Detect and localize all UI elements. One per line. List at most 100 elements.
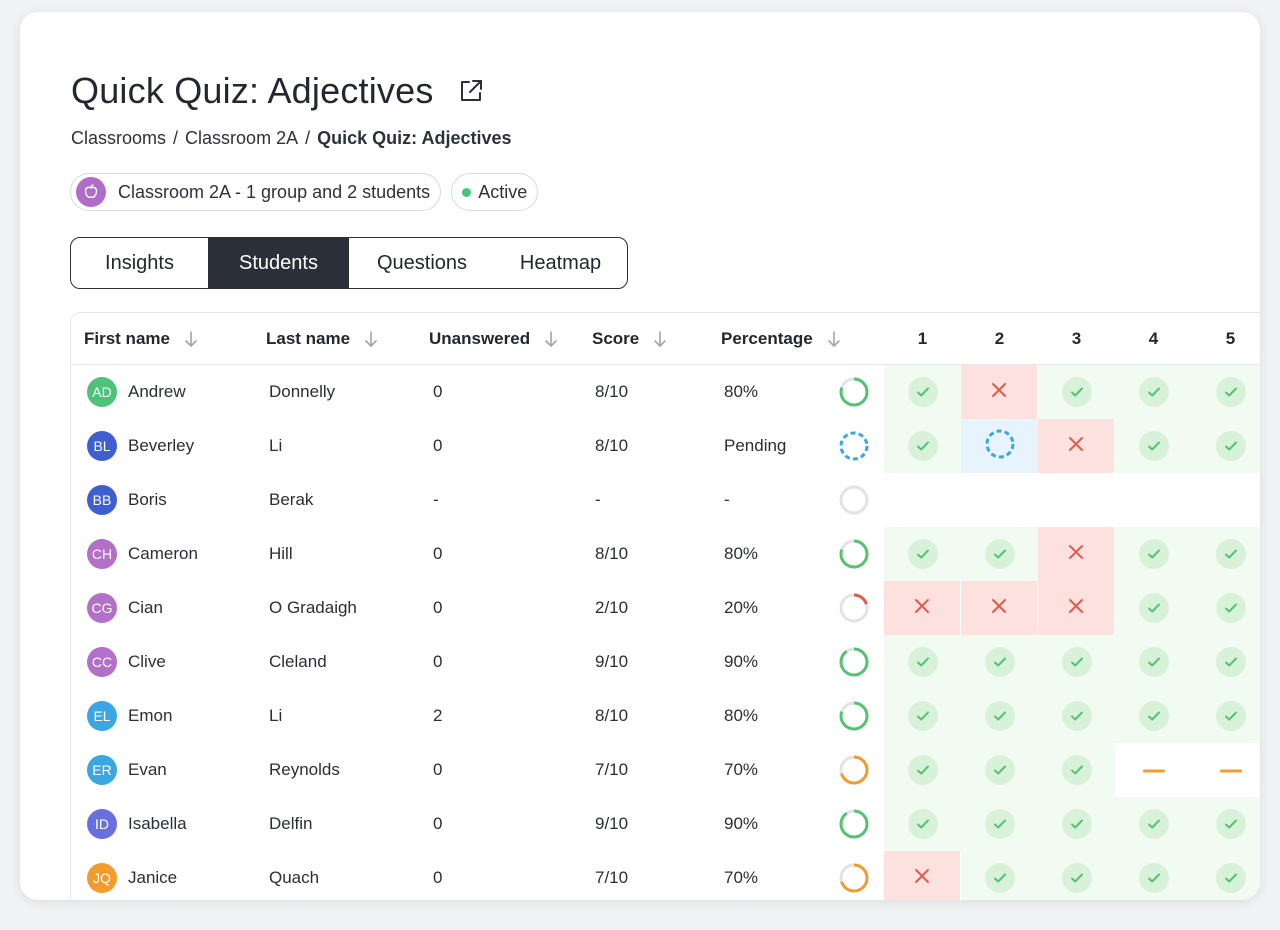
answer-cell-q3[interactable] xyxy=(1038,581,1115,635)
answer-cell-q3[interactable] xyxy=(1038,743,1115,797)
answer-cell-q5[interactable] xyxy=(1192,419,1260,473)
answer-cell-q1[interactable] xyxy=(884,797,961,851)
table-row[interactable]: ID Isabella Delfin 0 9/10 90% xyxy=(71,797,1260,851)
column-question-2[interactable]: 2 xyxy=(961,313,1038,364)
answer-cell-q4[interactable] xyxy=(1115,365,1192,419)
external-link-icon[interactable] xyxy=(456,76,486,106)
table-row[interactable]: CG Cian O Gradaigh 0 2/10 20% xyxy=(71,581,1260,635)
check-icon xyxy=(907,431,938,461)
unanswered-count: 0 xyxy=(433,868,443,887)
sort-arrow-icon[interactable] xyxy=(827,330,841,348)
score: 2/10 xyxy=(595,598,629,617)
answer-cell-q4[interactable] xyxy=(1115,743,1192,797)
answer-cell-q5[interactable] xyxy=(1192,365,1260,419)
answer-cell-q2[interactable] xyxy=(961,581,1038,635)
table-row[interactable]: JQ Janice Quach 0 7/10 70% xyxy=(71,851,1260,900)
breadcrumb-classroom-2a[interactable]: Classroom 2A xyxy=(185,128,298,149)
unanswered-count: 0 xyxy=(433,760,443,779)
answer-cell-q1[interactable] xyxy=(884,581,961,635)
sort-arrow-icon[interactable] xyxy=(544,330,558,348)
breadcrumb-classrooms[interactable]: Classrooms xyxy=(71,128,166,149)
answer-cell-q4[interactable] xyxy=(1115,527,1192,581)
tab-questions[interactable]: Questions xyxy=(349,238,495,288)
table-row[interactable]: BL Beverley Li 0 8/10 Pending xyxy=(71,419,1260,473)
sort-arrow-icon[interactable] xyxy=(653,330,667,348)
answer-cell-q5[interactable] xyxy=(1192,689,1260,743)
answer-cell-q5[interactable] xyxy=(1192,527,1260,581)
check-icon xyxy=(984,701,1015,731)
table-row[interactable]: BB Boris Berak - - - xyxy=(71,473,1260,527)
column-score[interactable]: Score xyxy=(592,313,667,364)
answer-cell-q1[interactable] xyxy=(884,365,961,419)
answer-cell-q5[interactable] xyxy=(1192,581,1260,635)
score: 8/10 xyxy=(595,706,629,725)
answer-cell-q1[interactable] xyxy=(884,527,961,581)
last-name: Delfin xyxy=(269,814,313,833)
cross-icon xyxy=(913,867,931,890)
column-question-5[interactable]: 5 xyxy=(1192,313,1260,364)
check-icon xyxy=(1138,809,1169,839)
table-row[interactable]: CC Clive Cleland 0 9/10 90% xyxy=(71,635,1260,689)
column-question-3[interactable]: 3 xyxy=(1038,313,1115,364)
answer-cell-q2[interactable] xyxy=(961,419,1038,473)
tab-insights[interactable]: Insights xyxy=(71,238,208,288)
answer-cell-q4[interactable] xyxy=(1115,581,1192,635)
check-icon xyxy=(1061,377,1092,407)
answer-cell-q3[interactable] xyxy=(1038,851,1115,900)
answer-cell-q1[interactable] xyxy=(884,743,961,797)
check-icon xyxy=(907,809,938,839)
answer-cell-q5[interactable] xyxy=(1192,635,1260,689)
column-question-4[interactable]: 4 xyxy=(1115,313,1192,364)
table-row[interactable]: EL Emon Li 2 8/10 80% xyxy=(71,689,1260,743)
table-row[interactable]: AD Andrew Donnelly 0 8/10 80% xyxy=(71,365,1260,419)
answer-cell-q4[interactable] xyxy=(1115,419,1192,473)
column-last-name[interactable]: Last name xyxy=(266,313,378,364)
unanswered-count: 0 xyxy=(433,598,443,617)
answer-cell-q3[interactable] xyxy=(1038,689,1115,743)
answer-cell-q2[interactable] xyxy=(961,527,1038,581)
column-percentage[interactable]: Percentage xyxy=(721,313,841,364)
first-name: Janice xyxy=(128,868,178,887)
answer-cell-q3[interactable] xyxy=(1038,527,1115,581)
answer-cell-q2[interactable] xyxy=(961,743,1038,797)
column-first-name[interactable]: First name xyxy=(84,313,198,364)
progress-ring-icon xyxy=(839,485,869,515)
answer-cell-q2[interactable] xyxy=(961,635,1038,689)
answer-cell-q5[interactable] xyxy=(1192,797,1260,851)
answer-cell-q3[interactable] xyxy=(1038,365,1115,419)
check-icon xyxy=(1061,647,1092,677)
first-name: Clive xyxy=(128,652,166,671)
first-name-cell: CG Cian xyxy=(87,581,163,635)
answer-cell-q1[interactable] xyxy=(884,851,961,900)
table-row[interactable]: CH Cameron Hill 0 8/10 80% xyxy=(71,527,1260,581)
answer-cell-q2[interactable] xyxy=(961,797,1038,851)
table-row[interactable]: ER Evan Reynolds 0 7/10 70% xyxy=(71,743,1260,797)
classroom-chip[interactable]: Classroom 2A - 1 group and 2 students xyxy=(70,173,442,211)
check-icon xyxy=(907,377,938,407)
column-question-1[interactable]: 1 xyxy=(884,313,961,364)
answer-cell-q5[interactable] xyxy=(1192,743,1260,797)
answer-cell-q2[interactable] xyxy=(961,689,1038,743)
answer-cell-q1 xyxy=(884,473,961,527)
sort-arrow-icon[interactable] xyxy=(364,330,378,348)
percentage: 70% xyxy=(724,868,759,887)
answer-cell-q4[interactable] xyxy=(1115,689,1192,743)
answer-cell-q3[interactable] xyxy=(1038,419,1115,473)
first-name: Cameron xyxy=(128,544,198,563)
answer-cell-q2[interactable] xyxy=(961,365,1038,419)
tab-students[interactable]: Students xyxy=(208,238,349,288)
answer-cell-q5[interactable] xyxy=(1192,851,1260,900)
answer-cell-q1[interactable] xyxy=(884,689,961,743)
column-unanswered[interactable]: Unanswered xyxy=(429,313,558,364)
answer-cell-q1[interactable] xyxy=(884,635,961,689)
answer-cell-q2[interactable] xyxy=(961,851,1038,900)
answer-cell-q3[interactable] xyxy=(1038,635,1115,689)
sort-arrow-icon[interactable] xyxy=(184,330,198,348)
answer-cell-q1[interactable] xyxy=(884,419,961,473)
tab-heatmap[interactable]: Heatmap xyxy=(495,238,626,288)
answer-cell-q3[interactable] xyxy=(1038,797,1115,851)
answer-cell-q4[interactable] xyxy=(1115,851,1192,900)
cross-icon xyxy=(1067,597,1085,620)
answer-cell-q4[interactable] xyxy=(1115,797,1192,851)
answer-cell-q4[interactable] xyxy=(1115,635,1192,689)
